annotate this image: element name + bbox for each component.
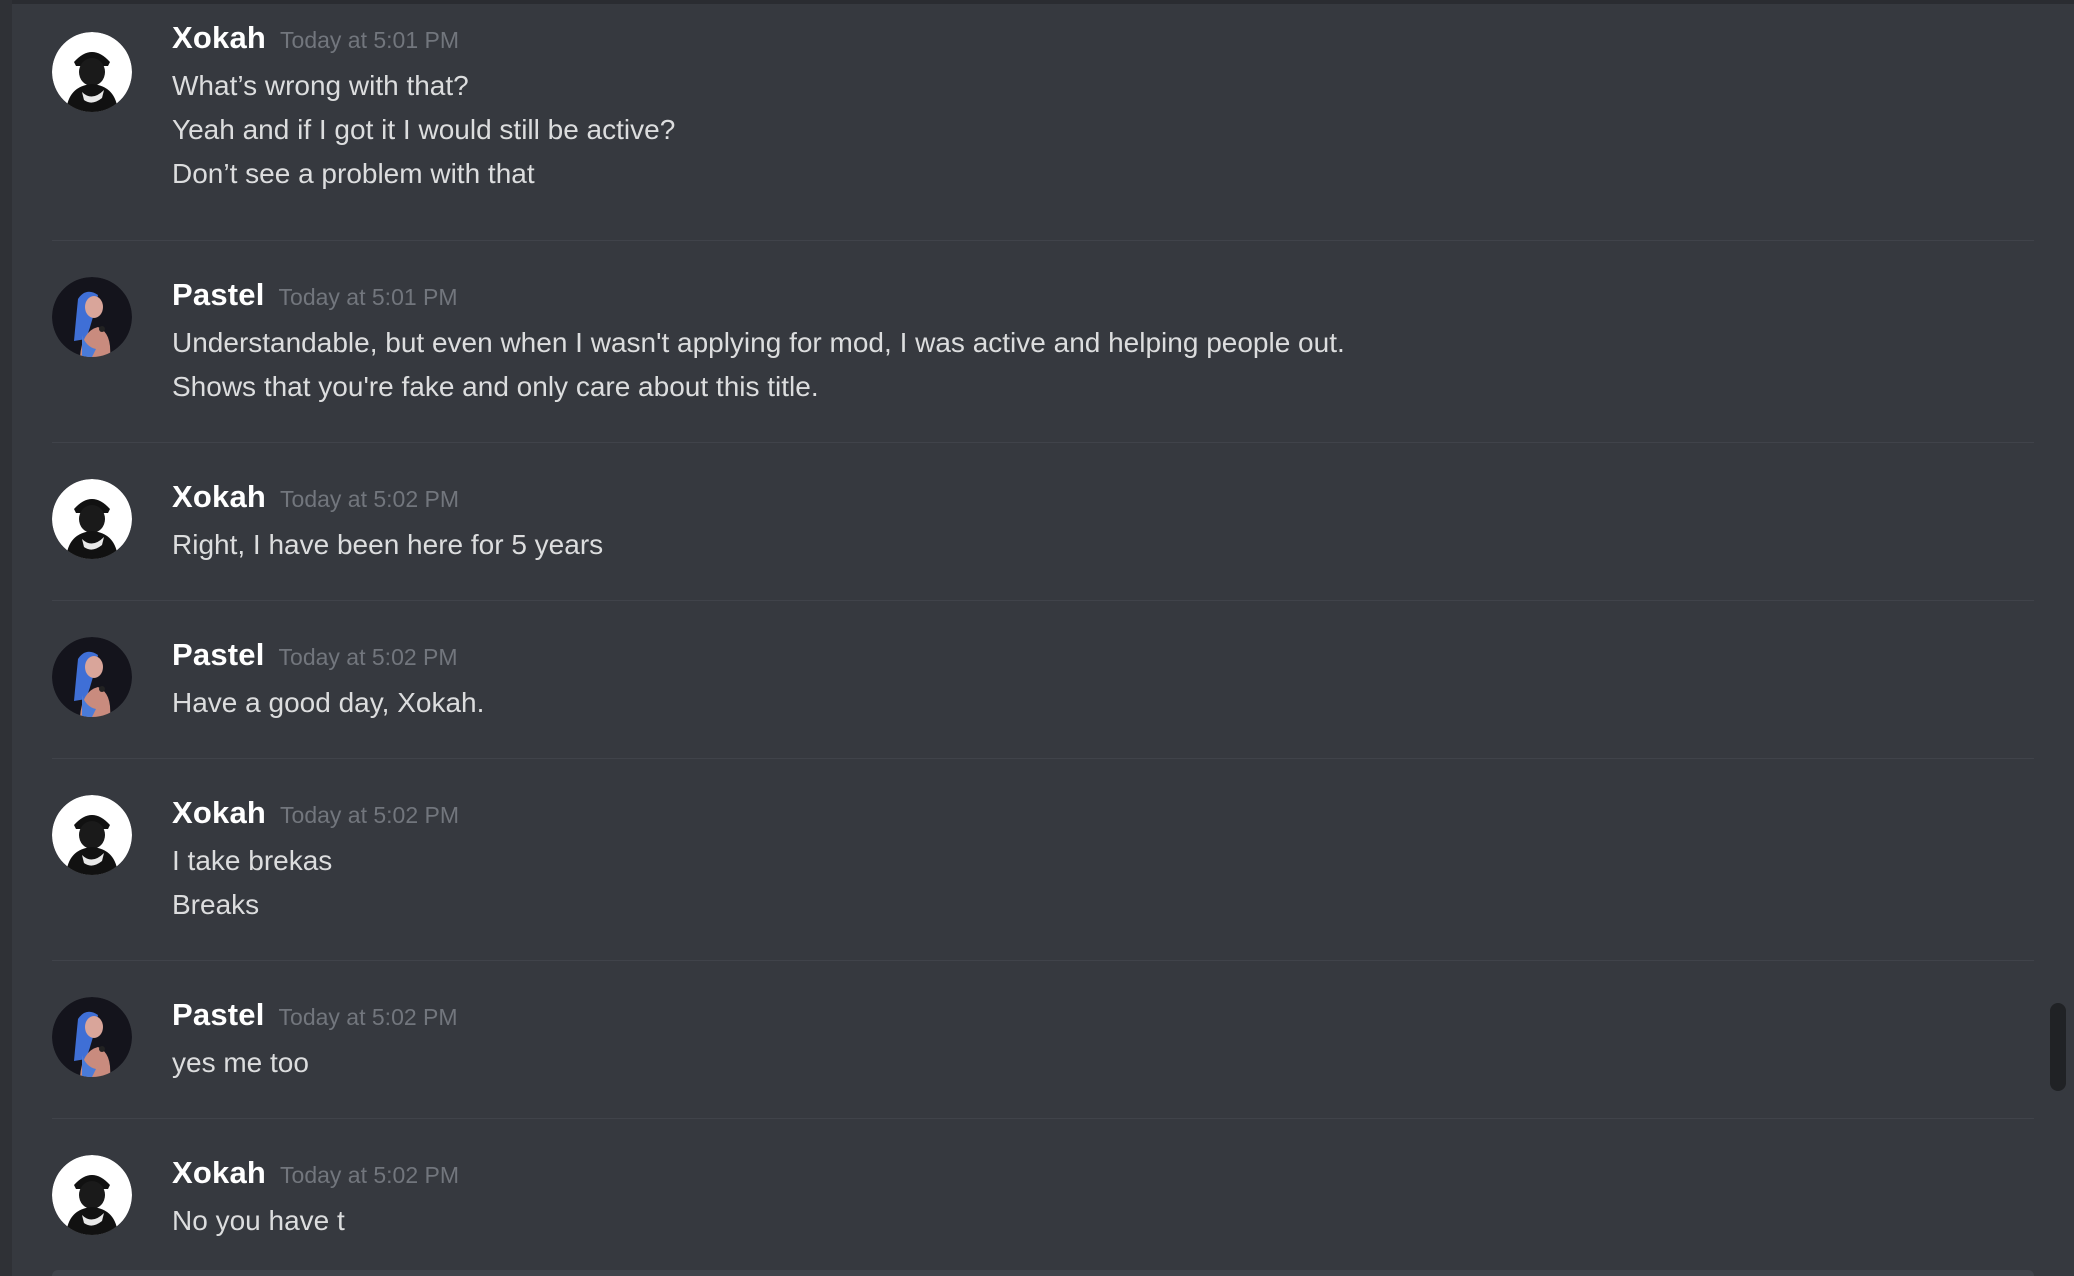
message-group: Pastel Today at 5:02 PM Have a good day,…: [52, 601, 2034, 758]
username[interactable]: Pastel: [172, 637, 265, 673]
xokah-avatar-icon[interactable]: [52, 32, 132, 112]
message-text: No you have t: [172, 1205, 345, 1236]
message-input-bar-edge[interactable]: [52, 1270, 2034, 1276]
chat-window: Xokah Today at 5:01 PM What’s wrong with…: [0, 0, 2074, 1276]
message-group: Xokah Today at 5:02 PM Right, I have bee…: [52, 443, 2034, 600]
timestamp: Today at 5:02 PM: [278, 1004, 458, 1030]
message-header: Pastel Today at 5:02 PM: [172, 997, 2034, 1041]
timestamp: Today at 5:01 PM: [278, 284, 458, 310]
message-header: Pastel Today at 5:02 PM: [172, 637, 2034, 681]
message-group: Xokah Today at 5:01 PM What’s wrong with…: [52, 20, 2034, 240]
message-text: Yeah and if I got it I would still be ac…: [172, 114, 676, 145]
pastel-avatar-icon[interactable]: [52, 277, 132, 357]
message-text: Shows that you're fake and only care abo…: [172, 371, 819, 402]
xokah-avatar-icon[interactable]: [52, 1155, 132, 1235]
message-list[interactable]: Xokah Today at 5:01 PM What’s wrong with…: [52, 20, 2034, 1269]
message-group: Xokah Today at 5:02 PM No you have t: [52, 1119, 2034, 1269]
pastel-avatar-icon[interactable]: [52, 637, 132, 717]
timestamp: Today at 5:01 PM: [280, 27, 460, 53]
scrollbar-thumb[interactable]: [2050, 1003, 2066, 1091]
message-text: Don’t see a problem with that: [172, 158, 535, 189]
message-header: Xokah Today at 5:01 PM: [172, 20, 2034, 64]
pastel-avatar-icon[interactable]: [52, 997, 132, 1077]
username[interactable]: Xokah: [172, 1155, 266, 1191]
timestamp: Today at 5:02 PM: [278, 644, 458, 670]
message-text: yes me too: [172, 1047, 309, 1078]
message-group: Xokah Today at 5:02 PM I take brekas Bre…: [52, 759, 2034, 960]
username[interactable]: Pastel: [172, 997, 265, 1033]
username[interactable]: Xokah: [172, 20, 266, 56]
top-edge: [0, 0, 2074, 4]
message-text: I take brekas: [172, 845, 333, 876]
xokah-avatar-icon[interactable]: [52, 795, 132, 875]
message-header: Xokah Today at 5:02 PM: [172, 795, 2034, 839]
message-header: Xokah Today at 5:02 PM: [172, 1155, 2034, 1199]
message-text: Understandable, but even when I wasn't a…: [172, 327, 1345, 358]
message-header: Xokah Today at 5:02 PM: [172, 479, 2034, 523]
message-group: Pastel Today at 5:02 PM yes me too: [52, 961, 2034, 1118]
xokah-avatar-icon[interactable]: [52, 479, 132, 559]
message-text: What’s wrong with that?: [172, 70, 469, 101]
timestamp: Today at 5:02 PM: [280, 486, 460, 512]
timestamp: Today at 5:02 PM: [280, 1162, 460, 1188]
message-text: Right, I have been here for 5 years: [172, 529, 604, 560]
message-group: Pastel Today at 5:01 PM Understandable, …: [52, 241, 2034, 442]
username[interactable]: Xokah: [172, 795, 266, 831]
message-text: Breaks: [172, 889, 260, 920]
username[interactable]: Pastel: [172, 277, 265, 313]
message-header: Pastel Today at 5:01 PM: [172, 277, 2034, 321]
left-edge: [0, 0, 12, 1276]
username[interactable]: Xokah: [172, 479, 266, 515]
scrollbar[interactable]: [2050, 0, 2066, 1276]
message-text: Have a good day, Xokah.: [172, 687, 485, 718]
timestamp: Today at 5:02 PM: [280, 802, 460, 828]
